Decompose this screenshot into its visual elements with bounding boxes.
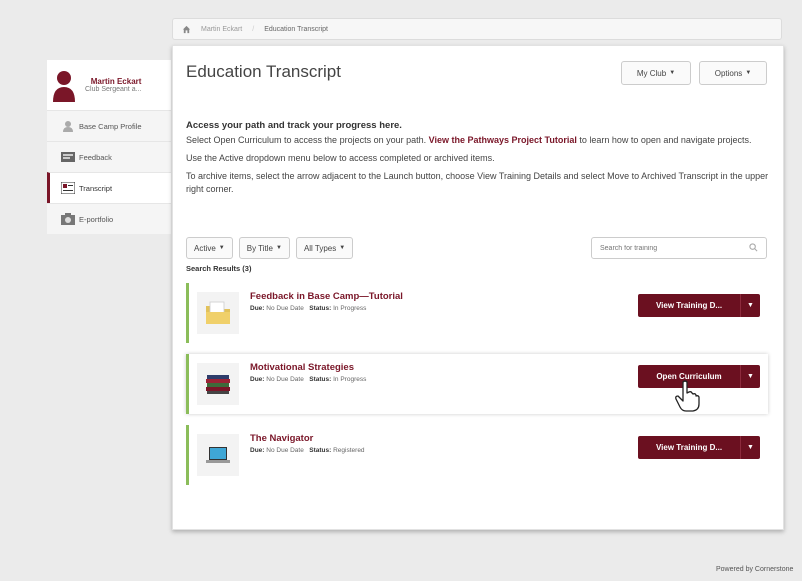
list-item: The Navigator Due: No Due Date Status: R… bbox=[186, 425, 768, 485]
caret-down-icon[interactable]: ▼ bbox=[740, 365, 760, 388]
status-text: In Progress bbox=[333, 376, 367, 383]
tutorial-link[interactable]: View the Pathways Project Tutorial bbox=[429, 135, 577, 145]
page-title: Education Transcript bbox=[186, 62, 341, 81]
training-meta: Due: No Due Date Status: Registered bbox=[250, 447, 365, 454]
search-input[interactable] bbox=[600, 244, 749, 252]
folder-icon bbox=[197, 292, 239, 334]
profile-card[interactable]: Martin Eckart Club Sergeant a... bbox=[47, 60, 171, 110]
breadcrumb-profile-link[interactable]: Martin Eckart bbox=[201, 26, 242, 33]
training-title[interactable]: The Navigator bbox=[250, 433, 313, 444]
type-filter-dropdown[interactable]: All Types ▼ bbox=[295, 237, 354, 259]
due-date: No Due Date bbox=[266, 447, 304, 454]
training-title[interactable]: Feedback in Base Camp—Tutorial bbox=[250, 291, 403, 302]
status-text: Registered bbox=[333, 447, 365, 454]
sidebar-item-e-portfolio[interactable]: E-portfolio bbox=[47, 203, 171, 234]
filter-bar: Active ▼ By Title ▼ All Types ▼ bbox=[186, 237, 354, 259]
sort-label: By Title bbox=[246, 243, 273, 253]
training-title[interactable]: Motivational Strategies bbox=[250, 362, 354, 373]
books-icon bbox=[197, 363, 239, 405]
caret-down-icon: ▼ bbox=[275, 245, 282, 251]
view-training-details-button[interactable]: View Training D... bbox=[638, 294, 740, 317]
sidebar: Martin Eckart Club Sergeant a... Base Ca… bbox=[47, 60, 171, 234]
training-meta: Due: No Due Date Status: In Progress bbox=[250, 305, 367, 312]
sidebar-item-feedback[interactable]: Feedback bbox=[47, 141, 171, 172]
caret-down-icon[interactable]: ▼ bbox=[740, 294, 760, 317]
camera-icon bbox=[61, 213, 75, 225]
transcript-icon bbox=[61, 182, 75, 194]
powered-by-footer: Powered by Cornerstone bbox=[716, 566, 794, 573]
hand-cursor-icon bbox=[674, 380, 700, 412]
avatar bbox=[51, 68, 77, 102]
my-club-label: My Club bbox=[636, 68, 667, 78]
breadcrumb: Martin Eckart / Education Transcript bbox=[172, 18, 782, 40]
breadcrumb-separator: / bbox=[252, 25, 255, 33]
search-box bbox=[591, 237, 767, 259]
intro-text: Access your path and track your progress… bbox=[186, 119, 771, 201]
due-date: No Due Date bbox=[266, 305, 304, 312]
breadcrumb-current: Education Transcript bbox=[264, 25, 328, 33]
search-icon[interactable] bbox=[749, 239, 758, 257]
view-training-details-button[interactable]: View Training D... bbox=[638, 436, 740, 459]
profile-name: Martin Eckart bbox=[90, 77, 142, 86]
options-button[interactable]: Options ▼ bbox=[699, 61, 767, 85]
due-date: No Due Date bbox=[266, 376, 304, 383]
caret-down-icon: ▼ bbox=[669, 70, 676, 76]
caret-down-icon: ▼ bbox=[745, 70, 752, 76]
sidebar-item-base-camp-profile[interactable]: Base Camp Profile bbox=[47, 110, 171, 141]
sidebar-item-transcript[interactable]: Transcript bbox=[47, 172, 171, 203]
feedback-icon bbox=[61, 151, 75, 163]
intro-line-3: To archive items, select the arrow adjac… bbox=[186, 171, 769, 194]
home-icon[interactable] bbox=[181, 24, 191, 34]
sidebar-item-label: Base Camp Profile bbox=[79, 121, 142, 131]
sidebar-item-label: Transcript bbox=[79, 183, 113, 193]
action-group: View Training D... ▼ bbox=[638, 294, 760, 317]
sidebar-item-label: Feedback bbox=[79, 152, 112, 162]
caret-down-icon[interactable]: ▼ bbox=[740, 436, 760, 459]
results-count: Search Results (3) bbox=[186, 264, 252, 273]
status-text: In Progress bbox=[333, 305, 367, 312]
laptop-icon bbox=[197, 434, 239, 476]
caret-down-icon: ▼ bbox=[218, 245, 225, 251]
intro-line-1: Select Open Curriculum to access the pro… bbox=[186, 135, 752, 145]
intro-lead: Access your path and track your progress… bbox=[186, 120, 402, 131]
my-club-button[interactable]: My Club ▼ bbox=[621, 61, 691, 85]
active-filter-label: Active bbox=[194, 243, 216, 253]
active-filter-dropdown[interactable]: Active ▼ bbox=[186, 237, 233, 259]
type-filter-label: All Types bbox=[303, 243, 337, 253]
action-group: View Training D... ▼ bbox=[638, 436, 760, 459]
sidebar-item-label: E-portfolio bbox=[79, 214, 114, 224]
intro-line-2: Use the Active dropdown menu below to ac… bbox=[186, 153, 495, 163]
person-icon bbox=[61, 120, 75, 132]
sort-by-title-dropdown[interactable]: By Title ▼ bbox=[238, 237, 290, 259]
profile-role: Club Sergeant a... bbox=[85, 86, 142, 93]
caret-down-icon: ▼ bbox=[339, 245, 346, 251]
options-label: Options bbox=[714, 68, 743, 78]
training-meta: Due: No Due Date Status: In Progress bbox=[250, 376, 367, 383]
main-panel: Education Transcript My Club ▼ Options ▼… bbox=[172, 45, 784, 530]
list-item: Feedback in Base Camp—Tutorial Due: No D… bbox=[186, 283, 768, 343]
